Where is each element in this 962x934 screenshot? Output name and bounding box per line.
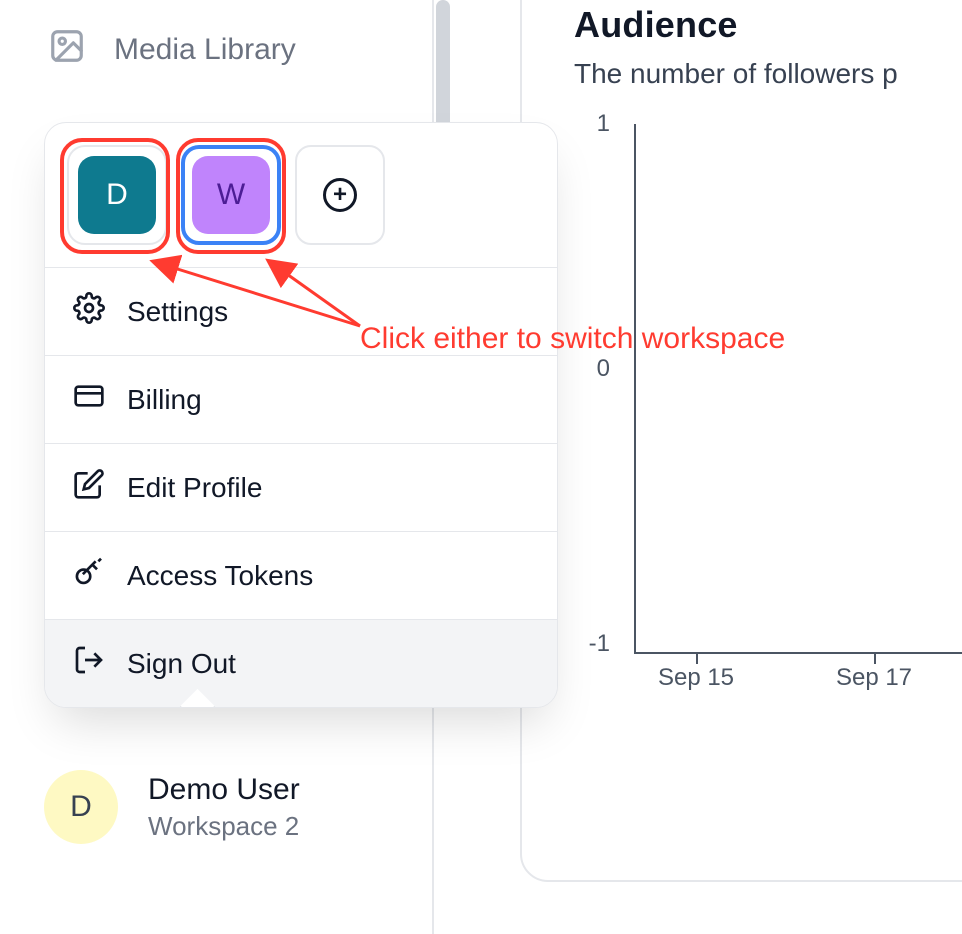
account-switcher[interactable]: D Demo User Workspace 2 [44,770,300,844]
workspace-initial: D [106,178,128,212]
menu-item-access-tokens[interactable]: Access Tokens [45,532,557,620]
workspace-chip: W [192,156,270,234]
plus-icon: + [323,178,357,212]
workspace-chip: D [78,156,156,234]
sidebar-item-label: Media Library [114,33,296,67]
chart-x-notch [696,654,698,664]
image-icon [48,27,86,73]
workspace-button-d[interactable]: D [67,145,167,245]
key-icon [73,556,105,595]
menu-item-billing[interactable]: Billing [45,356,557,444]
credit-card-icon [73,380,105,419]
audience-chart: 1 0 -1 Sep 15 Sep 17 Sep 1 [574,124,962,684]
menu-item-label: Edit Profile [127,472,262,504]
chart-y-tick: -1 [574,630,610,658]
menu-item-settings[interactable]: Settings [45,268,557,356]
add-workspace-button[interactable]: + [295,145,385,245]
account-popup: D W + Settings Billing Edit Profile [44,122,558,708]
chart-plot-area [634,124,962,654]
chart-x-tick: Sep 17 [836,664,912,692]
menu-item-edit-profile[interactable]: Edit Profile [45,444,557,532]
chart-x-tick: Sep 15 [658,664,734,692]
menu-item-label: Settings [127,296,228,328]
workspace-initial: W [217,178,245,212]
menu-item-label: Sign Out [127,648,236,680]
menu-item-label: Billing [127,384,202,416]
audience-card: Audience The number of followers p 1 0 -… [520,0,962,882]
card-title: Audience [574,4,962,46]
menu-item-label: Access Tokens [127,560,313,592]
gear-icon [73,292,105,331]
chart-x-notch [874,654,876,664]
main-content: Audience The number of followers p 1 0 -… [520,0,962,934]
account-text: Demo User Workspace 2 [148,773,300,842]
chart-y-tick: 0 [574,355,610,383]
scrollbar[interactable] [436,0,450,130]
avatar: D [44,770,118,844]
menu-item-sign-out[interactable]: Sign Out [45,620,557,707]
sidebar-item-media-library[interactable]: Media Library [0,0,432,100]
edit-icon [73,468,105,507]
workspace-button-w[interactable]: W [181,145,281,245]
card-subtitle: The number of followers p [574,58,962,90]
account-workspace: Workspace 2 [148,811,300,842]
account-name: Demo User [148,773,300,807]
sign-out-icon [73,644,105,683]
workspace-switcher-row: D W + [45,123,557,268]
chart-y-tick: 1 [574,110,610,138]
avatar-initial: D [70,790,92,824]
